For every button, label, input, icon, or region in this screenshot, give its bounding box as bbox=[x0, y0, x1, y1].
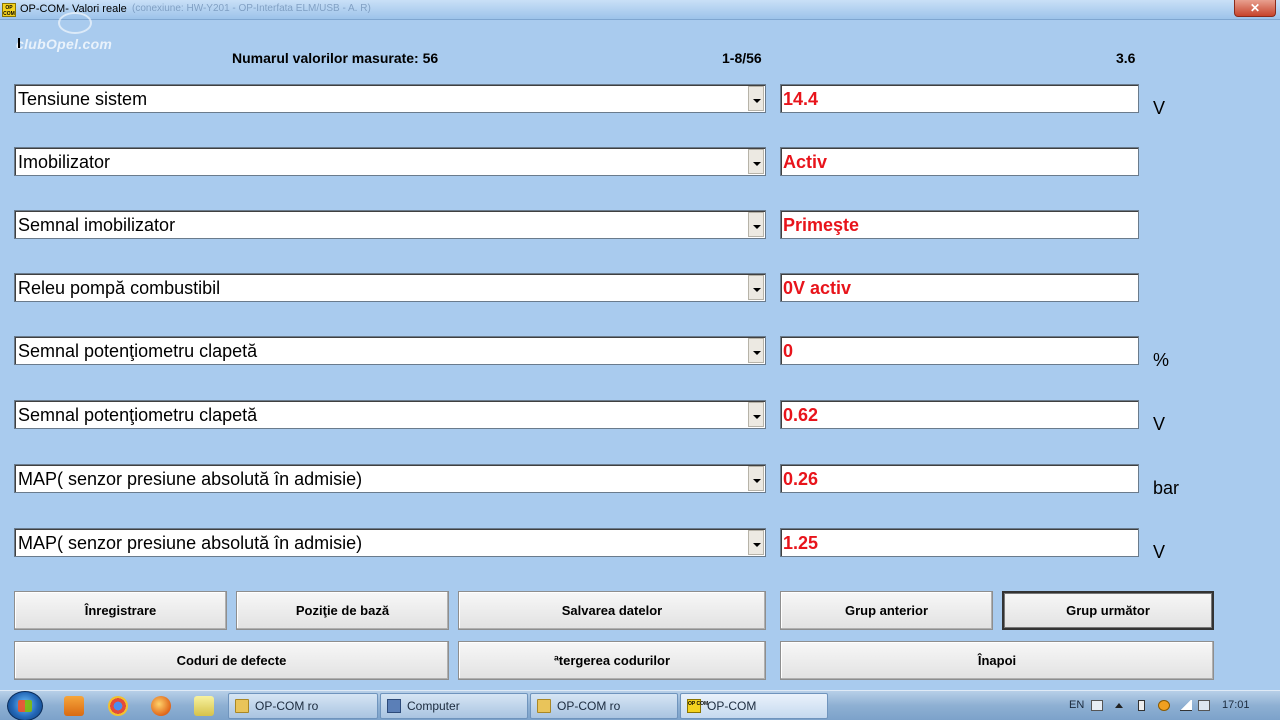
chevron-down-icon[interactable] bbox=[748, 149, 764, 174]
title-bar: OP COM OP-COM- Valori reale (conexiune: … bbox=[0, 0, 1280, 20]
value-field: 0.26 bbox=[780, 464, 1139, 493]
parameter-select[interactable]: Semnal potenţiometru clapetă bbox=[14, 400, 766, 429]
chevron-down-icon[interactable] bbox=[748, 212, 764, 237]
parameter-label: Tensiune sistem bbox=[18, 89, 148, 109]
language-indicator[interactable]: EN bbox=[1069, 699, 1084, 711]
watermark: clubOpel.com bbox=[16, 36, 113, 52]
value-text: 0.26 bbox=[783, 469, 819, 489]
parameter-select[interactable]: Releu pompă combustibil bbox=[14, 273, 766, 302]
show-hidden-icons-icon[interactable] bbox=[1115, 703, 1123, 708]
parameter-label: Imobilizator bbox=[18, 152, 111, 172]
value-field: 14.4 bbox=[780, 84, 1139, 113]
opcom-app-icon: OP COM bbox=[2, 3, 16, 17]
media-player-icon[interactable] bbox=[64, 696, 84, 716]
parameter-label: MAP( senzor presiune absolută în admisie… bbox=[18, 533, 363, 553]
page-range: 1-8/56 bbox=[722, 50, 762, 66]
unit-label: V bbox=[1153, 98, 1166, 118]
save-data-button[interactable]: Salvarea datelor bbox=[458, 591, 766, 630]
chevron-down-icon[interactable] bbox=[748, 275, 764, 300]
chevron-down-icon[interactable] bbox=[748, 530, 764, 555]
unit-label: V bbox=[1153, 542, 1166, 562]
keyboard-icon[interactable] bbox=[1091, 700, 1103, 711]
value-field: 0V activ bbox=[780, 273, 1139, 302]
value-text: 1.25 bbox=[783, 533, 819, 553]
parameter-label: Semnal potenţiometru clapetă bbox=[18, 341, 258, 361]
record-button[interactable]: Înregistrare bbox=[14, 591, 227, 630]
taskbar-item-label: OP-COM bbox=[707, 699, 757, 713]
value-field: Primeşte bbox=[780, 210, 1139, 239]
taskbar-item[interactable]: Computer bbox=[380, 693, 528, 719]
value-field: Activ bbox=[780, 147, 1139, 176]
chevron-down-icon[interactable] bbox=[748, 402, 764, 427]
value-row: Semnal potenţiometru clapetă 0.62 V bbox=[0, 400, 1280, 434]
value-text: Activ bbox=[783, 152, 828, 172]
parameter-select[interactable]: MAP( senzor presiune absolută în admisie… bbox=[14, 528, 766, 557]
parameter-label: Semnal imobilizator bbox=[18, 215, 176, 235]
version-label: 3.6 bbox=[1116, 50, 1136, 66]
value-row: Tensiune sistem 14.4 V bbox=[0, 84, 1280, 118]
parameter-label: Releu pompă combustibil bbox=[18, 278, 221, 298]
measured-values-count: Numarul valorilor masurate: 56 bbox=[232, 50, 439, 66]
value-field: 0 bbox=[780, 336, 1139, 365]
value-field: 1.25 bbox=[780, 528, 1139, 557]
calculator-icon[interactable] bbox=[194, 696, 214, 716]
value-row: Semnal imobilizator Primeşte bbox=[0, 210, 1280, 242]
clear-codes-button[interactable]: ªtergerea codurilor bbox=[458, 641, 766, 680]
taskbar-item[interactable]: OP-COM ro bbox=[530, 693, 678, 719]
taskbar-item[interactable]: OP-COM ro bbox=[228, 693, 378, 719]
value-text: 0V activ bbox=[783, 278, 852, 298]
volume-icon[interactable] bbox=[1198, 700, 1210, 711]
parameter-select[interactable]: Imobilizator bbox=[14, 147, 766, 176]
chevron-down-icon[interactable] bbox=[748, 338, 764, 363]
value-text: Primeşte bbox=[783, 215, 860, 235]
close-button[interactable]: ✕ bbox=[1234, 0, 1276, 17]
parameter-label: Semnal potenţiometru clapetă bbox=[18, 405, 258, 425]
start-button[interactable] bbox=[7, 691, 43, 720]
parameter-select[interactable]: MAP( senzor presiune absolută în admisie… bbox=[14, 464, 766, 493]
value-field: 0.62 bbox=[780, 400, 1139, 429]
back-button[interactable]: Înapoi bbox=[780, 641, 1214, 680]
fault-codes-button[interactable]: Coduri de defecte bbox=[14, 641, 449, 680]
computer-icon bbox=[387, 699, 401, 713]
next-group-button[interactable]: Grup următor bbox=[1002, 591, 1214, 630]
parameter-select[interactable]: Tensiune sistem bbox=[14, 84, 766, 113]
folder-icon bbox=[537, 699, 551, 713]
window-title-extra: (conexiune: HW-Y201 - OP-Interfata ELM/U… bbox=[132, 3, 371, 14]
watermark-logo-icon bbox=[58, 12, 92, 34]
value-text: 14.4 bbox=[783, 89, 819, 109]
value-row: Releu pompă combustibil 0V activ bbox=[0, 273, 1280, 305]
parameter-select[interactable]: Semnal potenţiometru clapetă bbox=[14, 336, 766, 365]
update-icon[interactable] bbox=[1158, 700, 1170, 711]
opcom-app-icon: OP COM bbox=[687, 699, 708, 713]
network-signal-icon[interactable] bbox=[1180, 700, 1192, 711]
base-position-button[interactable]: Poziţie de bază bbox=[236, 591, 449, 630]
windows-logo-icon bbox=[18, 700, 32, 712]
value-row: Imobilizator Activ bbox=[0, 147, 1280, 179]
value-row: MAP( senzor presiune absolută în admisie… bbox=[0, 528, 1280, 562]
unit-label: % bbox=[1153, 350, 1170, 370]
value-row: MAP( senzor presiune absolută în admisie… bbox=[0, 464, 1280, 498]
clock[interactable]: 17:01 bbox=[1222, 699, 1250, 711]
taskbar: OP-COM ro Computer OP-COM ro OP COM OP-C… bbox=[0, 690, 1280, 720]
chrome-icon[interactable] bbox=[108, 696, 128, 716]
unit-label: V bbox=[1153, 414, 1166, 434]
value-row: Semnal potenţiometru clapetă 0 % bbox=[0, 336, 1280, 370]
taskbar-item-label: OP-COM ro bbox=[255, 699, 319, 713]
taskbar-item-label: OP-COM ro bbox=[557, 699, 621, 713]
text-cursor-icon bbox=[18, 38, 20, 48]
parameter-select[interactable]: Semnal imobilizator bbox=[14, 210, 766, 239]
folder-icon bbox=[235, 699, 249, 713]
battery-icon[interactable] bbox=[1138, 700, 1145, 711]
previous-group-button[interactable]: Grup anterior bbox=[780, 591, 993, 630]
value-text: 0 bbox=[783, 341, 794, 361]
taskbar-item-active[interactable]: OP COM OP-COM bbox=[680, 693, 828, 719]
value-text: 0.62 bbox=[783, 405, 819, 425]
firefox-icon[interactable] bbox=[151, 696, 171, 716]
chevron-down-icon[interactable] bbox=[748, 466, 764, 491]
chevron-down-icon[interactable] bbox=[748, 86, 764, 111]
parameter-label: MAP( senzor presiune absolută în admisie… bbox=[18, 469, 363, 489]
unit-label: bar bbox=[1153, 478, 1180, 498]
taskbar-item-label: Computer bbox=[407, 699, 460, 713]
